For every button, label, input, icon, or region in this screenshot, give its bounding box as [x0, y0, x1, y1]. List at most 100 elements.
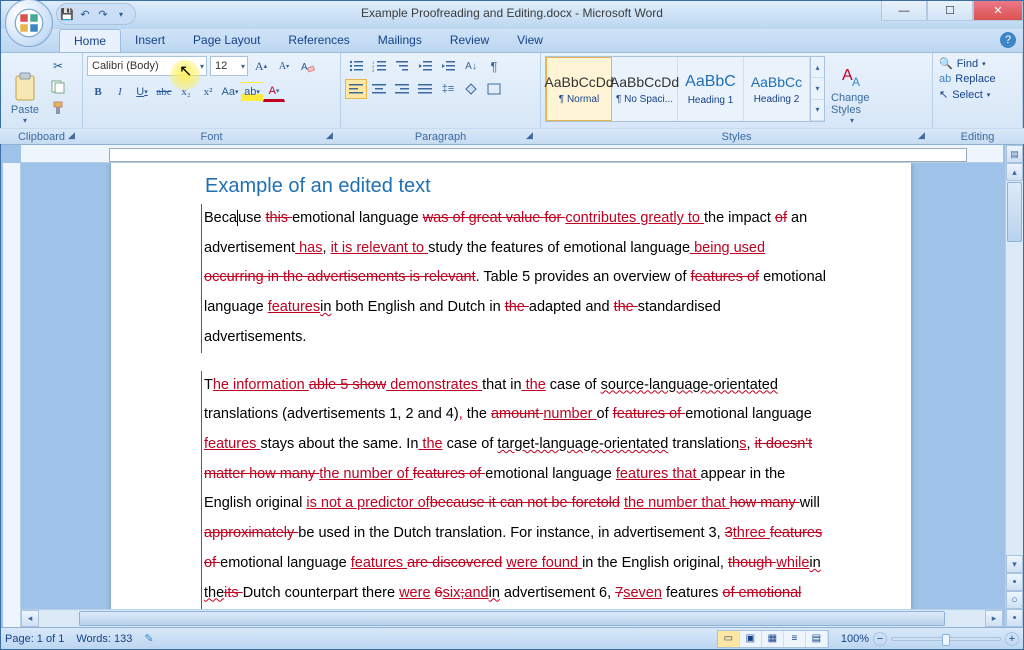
- bullets-button[interactable]: [345, 56, 367, 76]
- style-no-spacing[interactable]: AaBbCcDd¶ No Spaci...: [612, 57, 678, 121]
- style-heading2[interactable]: AaBbCcHeading 2: [744, 57, 810, 121]
- increase-indent-button[interactable]: [437, 56, 459, 76]
- doc-para-1: Because this emotional language was of g…: [201, 204, 827, 353]
- show-marks-button[interactable]: ¶: [483, 56, 505, 76]
- change-styles-icon: AA: [840, 64, 864, 90]
- status-words[interactable]: Words: 133: [76, 633, 132, 645]
- ruler-toggle[interactable]: ▤: [1006, 145, 1023, 163]
- view-draft[interactable]: ▤: [806, 631, 828, 647]
- borders-button[interactable]: [483, 79, 505, 99]
- scrollbar-vertical[interactable]: ▤ ▴ ▾ • ○ •: [1005, 145, 1023, 627]
- select-button[interactable]: ↖Select▾: [937, 87, 998, 102]
- tab-review[interactable]: Review: [436, 29, 503, 52]
- align-center-button[interactable]: [368, 79, 390, 99]
- tab-page-layout[interactable]: Page Layout: [179, 29, 274, 52]
- minimize-button[interactable]: —: [881, 1, 927, 21]
- styles-gallery[interactable]: AaBbCcDd¶ Normal AaBbCcDd¶ No Spaci... A…: [545, 56, 825, 122]
- title-bar: 💾 ↶ ↷ ▾ Example Proofreading and Editing…: [1, 1, 1023, 29]
- ruler-vertical[interactable]: [3, 163, 21, 627]
- tab-home[interactable]: Home: [59, 29, 121, 52]
- shrink-font-button[interactable]: A▾: [274, 56, 294, 76]
- underline-button[interactable]: U▾: [131, 82, 153, 102]
- help-icon[interactable]: ?: [1000, 32, 1016, 48]
- style-normal[interactable]: AaBbCcDd¶ Normal: [546, 57, 612, 121]
- align-left-button[interactable]: [345, 79, 367, 99]
- change-case-button[interactable]: Aa▾: [219, 82, 241, 102]
- app-window: 💾 ↶ ↷ ▾ Example Proofreading and Editing…: [0, 0, 1024, 650]
- sort-button[interactable]: A↓: [460, 56, 482, 76]
- paste-button[interactable]: Paste ▾: [5, 56, 45, 128]
- prev-page-button[interactable]: •: [1006, 573, 1023, 591]
- clear-format-button[interactable]: A: [297, 56, 317, 76]
- replace-button[interactable]: abReplace: [937, 72, 998, 86]
- group-label-font: Font: [79, 128, 344, 144]
- grow-font-button[interactable]: A▴: [251, 56, 271, 76]
- zoom-level[interactable]: 100%: [841, 633, 869, 645]
- document-area: Example of an edited text Because this e…: [1, 145, 1023, 627]
- numbering-icon: 123: [372, 60, 386, 72]
- status-proofing-icon[interactable]: ✎: [144, 632, 153, 645]
- scroll-down-button[interactable]: ▾: [1006, 555, 1023, 573]
- view-outline[interactable]: ≡: [784, 631, 806, 647]
- justify-button[interactable]: [414, 79, 436, 99]
- zoom-slider-knob[interactable]: [942, 634, 950, 646]
- ribbon: Paste ▾ ✂ Clipboard ◢ Calibri (Body)▾ 12…: [1, 53, 1023, 145]
- strike-button[interactable]: abc: [153, 82, 175, 102]
- office-button[interactable]: [5, 0, 53, 47]
- align-right-button[interactable]: [391, 79, 413, 99]
- qat-save[interactable]: 💾: [59, 6, 75, 22]
- cut-button[interactable]: ✂: [48, 56, 68, 76]
- font-color-button[interactable]: A▾: [263, 82, 285, 102]
- shading-button[interactable]: [460, 79, 482, 99]
- ruler-horizontal[interactable]: [21, 145, 1003, 163]
- tab-view[interactable]: View: [503, 29, 557, 52]
- multilevel-button[interactable]: [391, 56, 413, 76]
- line-spacing-button[interactable]: ‡≡: [437, 79, 459, 99]
- scissors-icon: ✂: [53, 59, 63, 73]
- zoom-out-button[interactable]: −: [873, 632, 887, 646]
- tab-mailings[interactable]: Mailings: [364, 29, 436, 52]
- qat-undo[interactable]: ↶: [77, 6, 93, 22]
- group-label-editing: Editing: [929, 128, 1024, 144]
- scrollbar-horizontal[interactable]: ◂ ▸: [21, 609, 1003, 627]
- svg-text:3: 3: [372, 68, 375, 72]
- zoom-in-button[interactable]: +: [1005, 632, 1019, 646]
- zoom-slider[interactable]: [891, 637, 1001, 641]
- style-heading1[interactable]: AaBbCHeading 1: [678, 57, 744, 121]
- maximize-button[interactable]: ☐: [927, 1, 973, 21]
- copy-button[interactable]: [48, 77, 68, 97]
- next-page-button[interactable]: •: [1006, 609, 1023, 627]
- status-page[interactable]: Page: 1 of 1: [5, 633, 64, 645]
- scroll-thumb-h[interactable]: [79, 611, 945, 626]
- doc-heading: Example of an edited text: [205, 175, 827, 198]
- decrease-indent-button[interactable]: [414, 56, 436, 76]
- browse-object-button[interactable]: ○: [1006, 591, 1023, 609]
- change-styles-button[interactable]: AA Change Styles ▾: [828, 56, 876, 128]
- numbering-button[interactable]: 123: [368, 56, 390, 76]
- document-page[interactable]: Example of an edited text Because this e…: [111, 163, 911, 627]
- view-full-screen[interactable]: ▣: [740, 631, 762, 647]
- gallery-scroll[interactable]: ▴▾▾: [810, 57, 824, 121]
- close-button[interactable]: ✕: [973, 1, 1023, 21]
- subscript-button[interactable]: x₂: [175, 82, 197, 102]
- bucket-icon: [464, 83, 478, 95]
- format-painter-button[interactable]: [48, 98, 68, 118]
- qat-redo[interactable]: ↷: [95, 6, 111, 22]
- tab-insert[interactable]: Insert: [121, 29, 179, 52]
- scroll-right-button[interactable]: ▸: [985, 610, 1003, 627]
- bold-button[interactable]: B: [87, 82, 109, 102]
- font-size-combo[interactable]: 12▾: [210, 56, 248, 76]
- font-family-combo[interactable]: Calibri (Body)▾: [87, 56, 207, 76]
- scroll-left-button[interactable]: ◂: [21, 610, 39, 627]
- qat-customize-icon[interactable]: ▾: [113, 6, 129, 22]
- group-font: Calibri (Body)▾ 12▾ A▴ A▾ A B I U▾ abc x…: [83, 53, 341, 144]
- italic-button[interactable]: I: [109, 82, 131, 102]
- superscript-button[interactable]: x²: [197, 82, 219, 102]
- find-button[interactable]: 🔍Find▾: [937, 56, 998, 71]
- scroll-thumb-v[interactable]: [1007, 182, 1022, 242]
- scroll-up-button[interactable]: ▴: [1006, 163, 1023, 181]
- tab-references[interactable]: References: [274, 29, 363, 52]
- view-web-layout[interactable]: ▦: [762, 631, 784, 647]
- view-print-layout[interactable]: ▭: [718, 631, 740, 647]
- highlight-button[interactable]: ab▾: [241, 82, 263, 102]
